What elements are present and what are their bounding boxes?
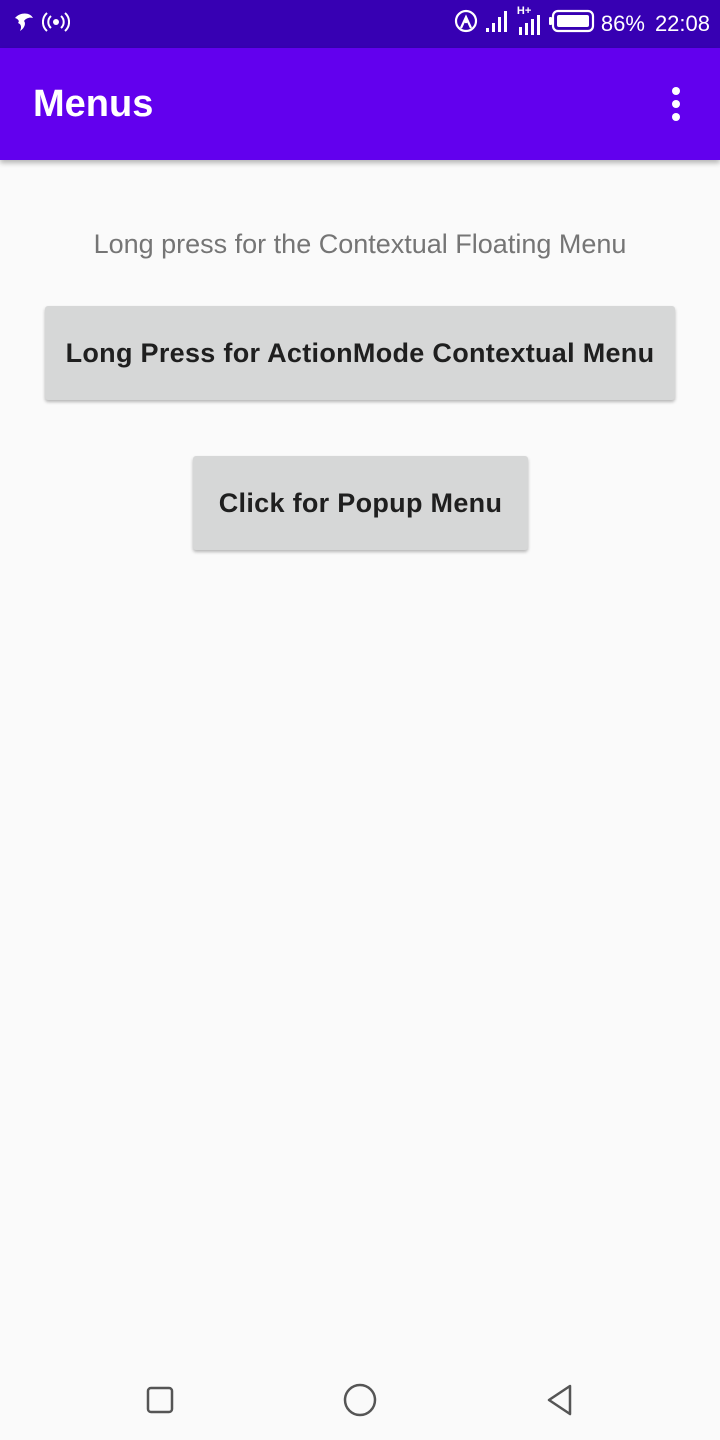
battery-icon	[548, 9, 595, 39]
hummingbird-notification-icon	[12, 10, 36, 39]
popup-menu-button-label: Click for Popup Menu	[218, 487, 503, 518]
app-bar: Menus	[0, 48, 720, 160]
home-circle-icon[interactable]	[334, 1374, 386, 1426]
action-mode-button[interactable]: Long Press for ActionMode Contextual Men…	[45, 306, 675, 400]
overflow-dot	[672, 113, 680, 121]
app-title: Menus	[33, 83, 154, 125]
recents-square-icon[interactable]	[134, 1374, 186, 1426]
status-time: 22:08	[654, 11, 710, 36]
overflow-dot	[672, 100, 680, 108]
status-left-icons	[12, 10, 71, 39]
floating-menu-hint[interactable]: Long press for the Contextual Floating M…	[0, 226, 720, 262]
popup-menu-button[interactable]: Click for Popup Menu	[193, 456, 528, 550]
overflow-dot	[672, 87, 680, 95]
action-mode-button-label: Long Press for ActionMode Contextual Men…	[65, 337, 655, 368]
navigation-bar	[0, 1360, 720, 1440]
more-vert-icon[interactable]	[652, 78, 700, 130]
status-bar: H+ 86% 22:08	[0, 0, 720, 48]
status-right-icons: H+ 86% 22:08	[453, 5, 710, 40]
wireless-location-icon	[453, 8, 479, 40]
hplus-signal-icon: H+	[517, 5, 543, 37]
main-content: Long press for the Contextual Floating M…	[0, 160, 720, 1360]
battery-percent: 86%	[600, 11, 645, 36]
signal-icon	[485, 9, 511, 39]
back-triangle-icon[interactable]	[534, 1374, 586, 1426]
hotspot-broadcast-icon	[41, 10, 71, 39]
